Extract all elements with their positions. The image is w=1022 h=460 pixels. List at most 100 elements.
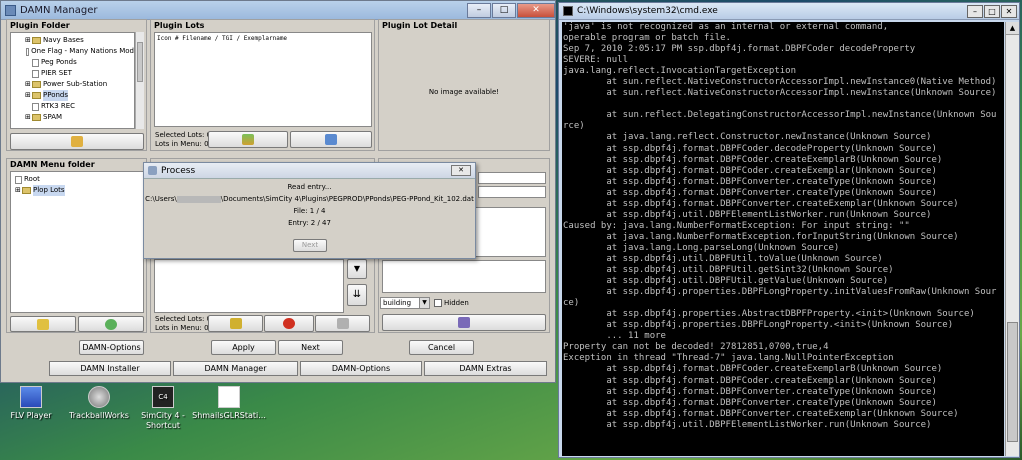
expander-icon[interactable]: ⊞	[25, 35, 32, 46]
console-line: at ssp.dbpf4j.util.DBPFElementListWorker…	[563, 209, 932, 220]
folder-load-icon	[71, 136, 83, 147]
file-icon	[32, 102, 39, 111]
console-line: at java.lang.reflect.Constructor.newInst…	[563, 132, 932, 143]
add-icon	[229, 318, 242, 329]
process-next-button[interactable]: Next	[293, 239, 327, 252]
tree-item-rtk3-rec[interactable]: RTK3 REC	[25, 101, 134, 112]
tree-item-plop-lots[interactable]: ⊞ Plop Lots	[15, 185, 143, 196]
lot-properties-button[interactable]	[315, 315, 370, 332]
next-button[interactable]: Next	[278, 340, 343, 355]
desktop-icon-label-line2: Shortcut	[145, 421, 181, 430]
tree-item-label: One Flag - Many Nations Mod	[31, 47, 134, 55]
simcity4-shortcut-icon[interactable]: C4 SimCity 4 - Shortcut	[126, 386, 200, 431]
view-lot-button[interactable]	[290, 131, 372, 148]
expander-icon[interactable]: ⊞	[15, 185, 22, 196]
file-icon	[32, 69, 39, 78]
cancel-button[interactable]: Cancel	[409, 340, 474, 355]
arrow-down-icon: ▼	[353, 264, 361, 273]
detail-notes[interactable]	[382, 260, 546, 293]
add-lot-menu-button[interactable]	[208, 315, 263, 332]
tree-item-one-flag[interactable]: One Flag - Many Nations Mod	[25, 46, 134, 57]
flv-player-image	[20, 386, 42, 408]
menu-lots-in-menu: Lots in Menu: 0	[155, 324, 209, 332]
expander-icon[interactable]: ⊞	[25, 79, 32, 90]
maximize-button[interactable]: □	[492, 2, 516, 18]
remove-lot-button[interactable]	[264, 315, 314, 332]
process-close-button[interactable]: ✕	[451, 165, 471, 176]
menu-folder-panel: DAMN Menu folder Root ⊞ Plop Lots	[6, 158, 147, 333]
close-button[interactable]: ✕	[517, 2, 555, 18]
tree-item-root[interactable]: Root	[15, 174, 143, 185]
plugin-lots-table[interactable]: Icon # Filename / TGI / Exemplarname	[154, 32, 372, 127]
cmd-scrollbar[interactable]: ▲	[1005, 22, 1019, 456]
folder-icon	[32, 81, 41, 88]
damn-options-button[interactable]: DAMN-Options	[79, 340, 144, 355]
menu-folder-options-button[interactable]	[78, 316, 144, 332]
tab-damn-manager[interactable]: DAMN Manager	[173, 361, 298, 376]
console-line: at ssp.dbpf4j.format.DBPFCoder.createExe…	[563, 364, 943, 375]
process-entry-count: Entry: 2 / 47	[288, 219, 331, 227]
shmails-icon[interactable]: ShmailsGLRStati...	[192, 386, 266, 421]
double-chevron-down-icon: ⇊	[352, 289, 362, 300]
flv-player-icon[interactable]: FLV Player	[0, 386, 68, 421]
process-titlebar[interactable]: Process ✕	[144, 163, 475, 179]
new-menu-folder-button[interactable]	[10, 316, 76, 332]
console-line: rce)	[563, 121, 585, 132]
process-dialog: Process ✕ Read entry... C:\Users\ \Docume…	[143, 162, 476, 259]
cmd-close-button[interactable]: ✕	[1001, 4, 1017, 18]
tree-item-peg-ponds[interactable]: Peg Ponds	[25, 57, 134, 68]
add-to-menu-button[interactable]	[208, 131, 288, 148]
menu-lots-table[interactable]	[154, 259, 344, 313]
save-lot-button[interactable]	[382, 314, 546, 331]
folder-icon	[32, 114, 41, 121]
tree-item-spam[interactable]: ⊞ SPAM	[25, 112, 134, 123]
plugin-lots-header: Icon # Filename / TGI / Exemplarname	[157, 35, 288, 42]
tree-item-navy-bases[interactable]: ⊞ Navy Bases	[25, 35, 134, 46]
console-line: at ssp.dbpf4j.format.DBPFConverter.creat…	[563, 176, 937, 187]
process-file-count: File: 1 / 4	[293, 207, 326, 215]
folder-icon	[22, 187, 31, 194]
console-line: at ssp.dbpf4j.format.DBPFConverter.creat…	[563, 198, 959, 209]
tree-item-power-substation[interactable]: ⊞ Power Sub-Station	[25, 79, 134, 90]
expander-icon[interactable]: ⊞	[25, 112, 32, 123]
trackball-image	[88, 386, 110, 408]
plugin-lots-title: Plugin Lots	[154, 21, 205, 30]
tree-item-pponds[interactable]: ⊞ PPonds	[25, 90, 134, 101]
tab-damn-options[interactable]: DAMN-Options	[300, 361, 422, 376]
hidden-checkbox[interactable]	[434, 299, 442, 307]
console-line: 'java' is not recognized as an internal …	[563, 22, 889, 32]
console-line: at ssp.dbpf4j.format.DBPFConverter.creat…	[563, 187, 937, 198]
folder-icon	[32, 37, 41, 44]
save-icon	[458, 317, 470, 328]
minimize-button[interactable]: –	[467, 2, 491, 18]
cmd-maximize-button[interactable]: □	[984, 4, 1000, 18]
damn-titlebar[interactable]: DAMN Manager – □ ✕	[1, 1, 555, 20]
tree-item-pier-set[interactable]: PIER SET	[25, 68, 134, 79]
cmd-titlebar[interactable]: C:\Windows\system32\cmd.exe – □ ✕	[559, 3, 1019, 20]
type-combobox-value: building	[383, 299, 412, 307]
console-line: Caused by: java.lang.NumberFormatExcepti…	[563, 220, 910, 231]
console-output[interactable]: 'java' is not recognized as an internal …	[562, 22, 1004, 456]
tab-damn-installer[interactable]: DAMN Installer	[49, 361, 171, 376]
trackball-works-icon[interactable]: TrackballWorks	[62, 386, 136, 421]
tab-damn-extras[interactable]: DAMN Extras	[424, 361, 547, 376]
move-down-button[interactable]: ▼	[347, 259, 367, 279]
type-combobox[interactable]: building ▼	[380, 297, 430, 309]
scroll-thumb[interactable]	[1007, 322, 1018, 442]
detail-field-1[interactable]	[478, 172, 546, 184]
plugin-folder-tree[interactable]: ⊞ Navy Bases One Flag - Many Nations Mod …	[10, 32, 135, 129]
detail-field-2[interactable]	[478, 186, 546, 198]
chevron-down-icon[interactable]: ▼	[419, 298, 429, 308]
cmd-minimize-button[interactable]: –	[967, 4, 983, 18]
console-line: at ssp.dbpf4j.format.DBPFCoder.createExe…	[563, 165, 937, 176]
apply-button[interactable]: Apply	[211, 340, 276, 355]
load-folder-button[interactable]	[10, 133, 144, 150]
tree-item-label: Power Sub-Station	[43, 80, 108, 88]
scroll-up-icon[interactable]: ▲	[1006, 22, 1019, 35]
menu-folder-tree[interactable]: Root ⊞ Plop Lots	[10, 171, 144, 313]
move-bottom-button[interactable]: ⇊	[347, 284, 367, 306]
console-line: Sep 7, 2010 2:05:17 PM ssp.dbpf4j.format…	[563, 44, 916, 55]
expander-icon[interactable]: ⊞	[25, 90, 32, 101]
plugin-folder-scrollbar[interactable]	[135, 32, 144, 129]
